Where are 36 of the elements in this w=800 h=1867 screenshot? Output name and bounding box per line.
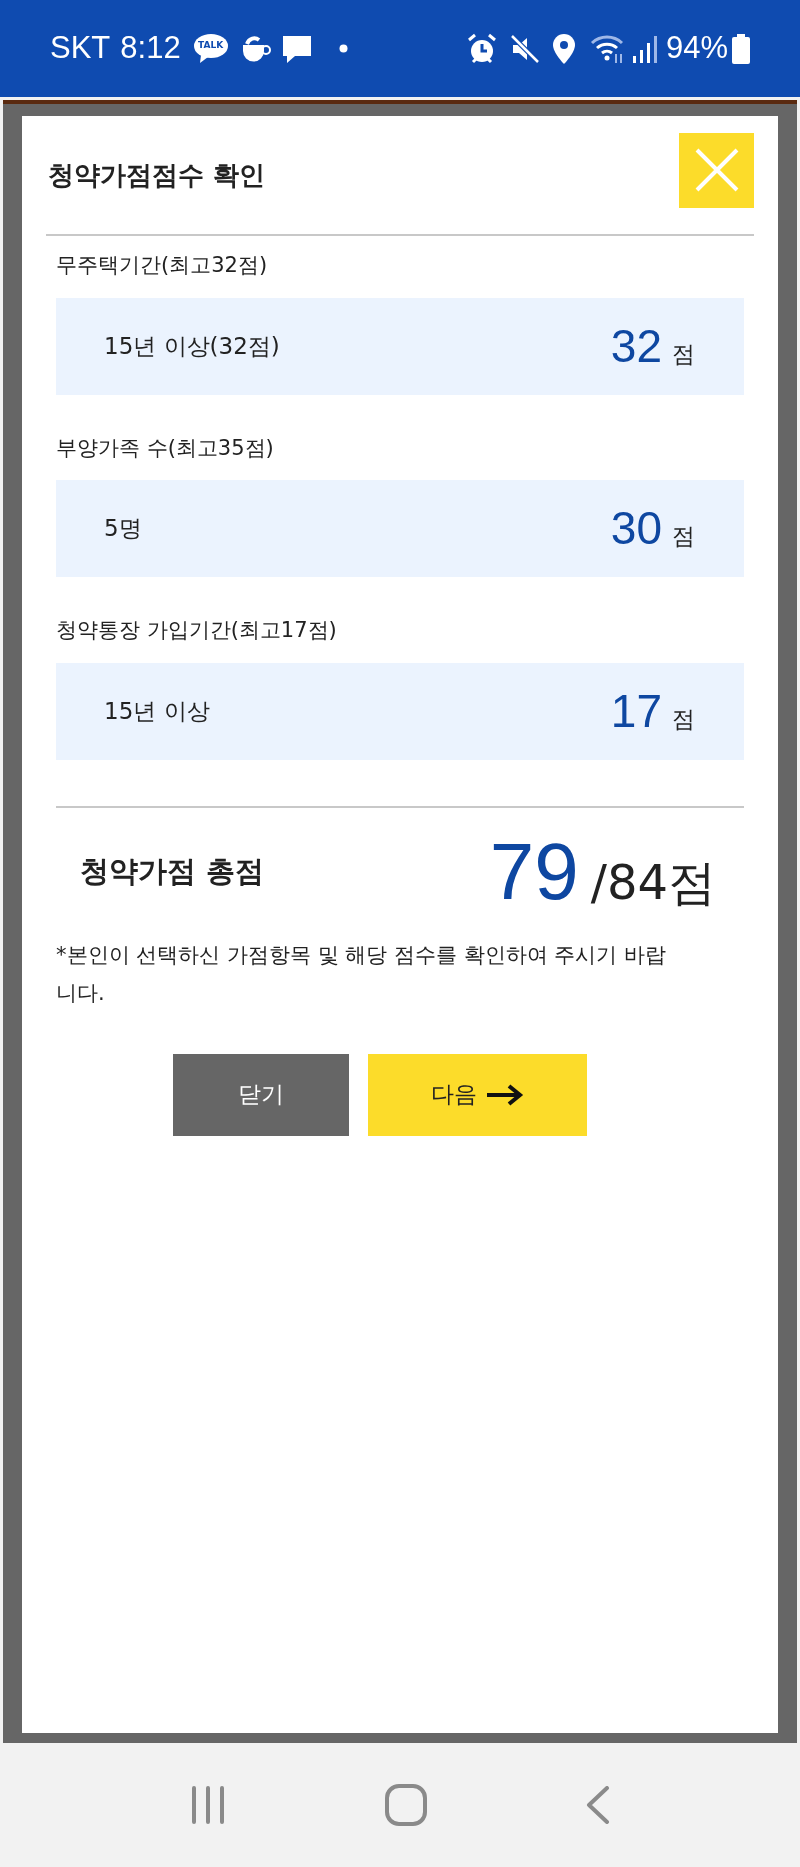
unit-text: 점: [672, 704, 695, 734]
dot-icon: [338, 44, 348, 53]
dialog-title: 청약가점점수 확인: [48, 158, 266, 192]
score-value: 17: [610, 683, 662, 739]
choice-text: 5명: [104, 514, 142, 544]
section-label: 부양가족 수(최고35점): [56, 434, 275, 462]
close-dialog-button[interactable]: 닫기: [173, 1053, 349, 1136]
choice-text: 15년 이상: [104, 696, 210, 726]
section-label: 청약통장 가입기간(최고17점): [56, 617, 338, 644]
clock-text: 8:12: [120, 29, 181, 68]
mute-icon: [509, 33, 540, 64]
unit-text: 점: [672, 522, 695, 551]
recent-apps-icon[interactable]: [189, 1786, 226, 1824]
message-icon: [280, 33, 313, 64]
back-icon[interactable]: [586, 1786, 611, 1824]
carrier-text: SKT: [50, 29, 111, 68]
wifi-icon: [589, 33, 626, 64]
score-value: 32: [610, 318, 662, 374]
choice-text: 15년 이상(32점): [104, 331, 280, 361]
total-label: 청약가점 총점: [80, 852, 265, 890]
notice-text: *본인이 선택하신 가점항목 및 해당 점수를 확인하여 주시기 바랍니다.: [56, 941, 667, 1007]
section-label: 무주택기간(최고32점): [56, 252, 269, 279]
battery-text: 94%: [665, 29, 728, 68]
cup-icon: [240, 34, 271, 63]
close-icon: [693, 147, 740, 193]
next-button[interactable]: 다음: [368, 1053, 587, 1136]
battery-icon: [732, 33, 750, 64]
arrow-right-icon: [484, 1082, 525, 1107]
total-score: 79: [489, 831, 579, 912]
alarm-icon: [465, 32, 498, 65]
score-value: 30: [610, 501, 662, 556]
location-icon: [551, 32, 576, 65]
unit-text: 점: [672, 339, 695, 369]
signal-icon: [631, 33, 658, 64]
max-score-text: /84점: [590, 857, 716, 906]
home-icon[interactable]: [385, 1784, 427, 1826]
